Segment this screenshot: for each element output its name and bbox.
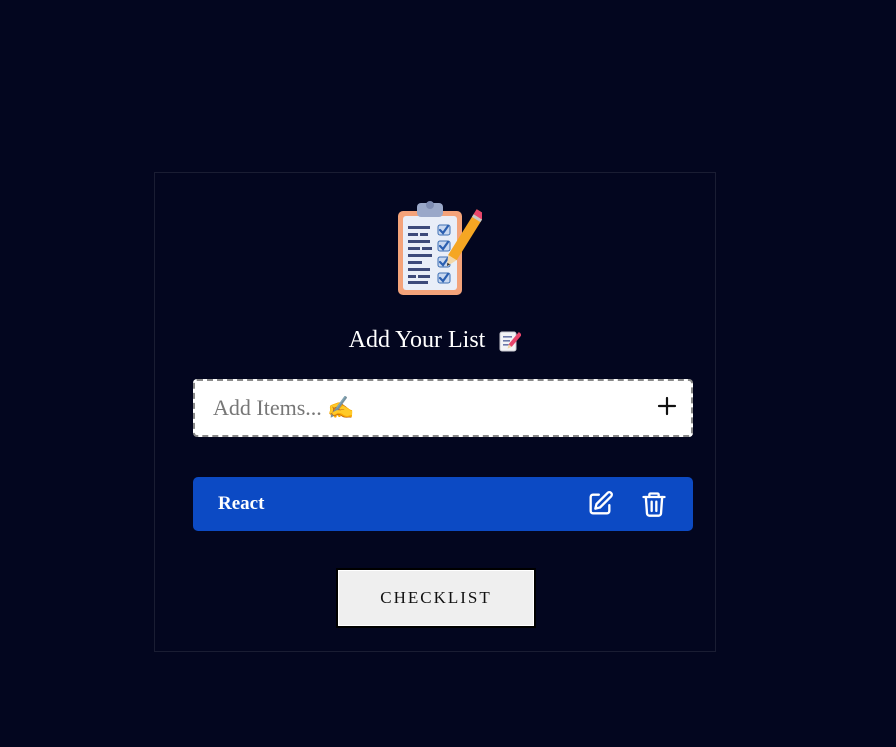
checklist-card: Add Your List React CH	[154, 172, 716, 652]
add-item-box	[193, 379, 693, 437]
clipboard-checklist-icon	[398, 201, 482, 295]
list-item-label: React	[218, 493, 265, 514]
plus-icon[interactable]	[655, 394, 679, 418]
title-text: Add Your List	[348, 327, 486, 353]
page-title: Add Your List	[155, 324, 715, 356]
trash-icon[interactable]	[640, 490, 668, 518]
add-item-input[interactable]	[195, 381, 635, 435]
edit-icon[interactable]	[586, 490, 614, 518]
checklist-button[interactable]: CHECKLIST	[336, 568, 536, 628]
list-item: React	[193, 477, 693, 531]
memo-icon	[499, 331, 522, 352]
